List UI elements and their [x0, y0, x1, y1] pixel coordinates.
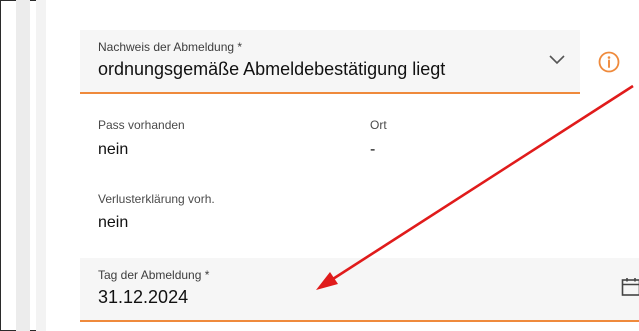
proof-of-deregistration-select[interactable]: Nachweis der Abmeldung * ordnungsgemäße … — [80, 30, 580, 94]
chevron-down-icon[interactable] — [548, 52, 566, 66]
deregistration-date-label: Tag der Abmeldung * — [98, 268, 210, 282]
deregistration-date-value: 31.12.2024 — [98, 287, 189, 307]
place-label: Ort — [370, 118, 387, 132]
left-rail — [36, 0, 46, 331]
form-card: Nachweis der Abmeldung * ordnungsgemäße … — [46, 0, 639, 331]
loss-declaration-value: nein — [98, 214, 129, 231]
calendar-icon[interactable] — [620, 276, 639, 298]
deregistration-date-field[interactable]: Tag der Abmeldung * 31.12.2024 — [80, 258, 639, 322]
passport-label: Pass vorhanden — [98, 118, 185, 132]
place-value: - — [370, 141, 376, 158]
loss-declaration-label: Verlusterklärung vorh. — [98, 192, 215, 206]
proof-of-deregistration-label: Nachweis der Abmeldung * — [98, 40, 243, 54]
passport-value: nein — [98, 141, 129, 158]
info-icon[interactable] — [598, 51, 620, 73]
proof-of-deregistration-value: ordnungsgemäße Abmeldebestätigung liegt — [98, 59, 446, 79]
left-gutter — [16, 0, 30, 331]
